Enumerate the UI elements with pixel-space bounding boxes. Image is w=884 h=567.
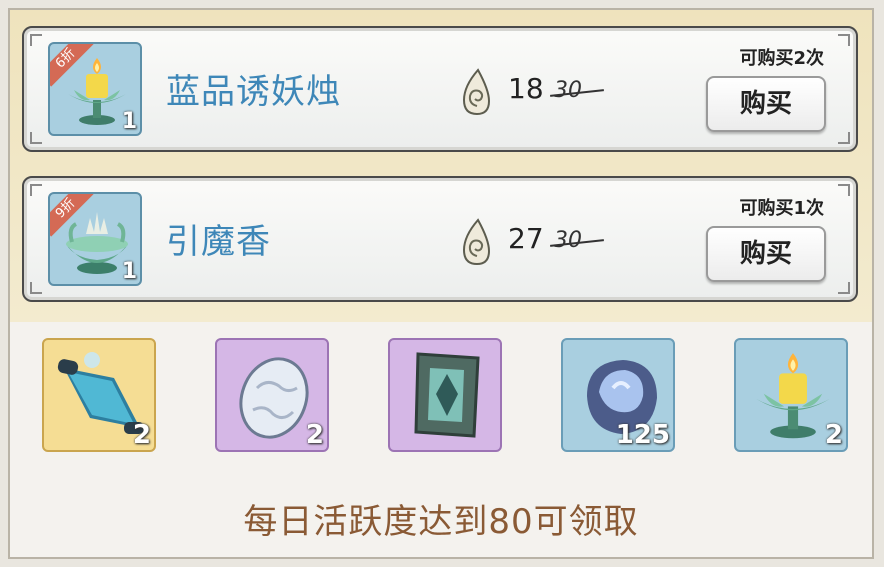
- item-name: 引魔香: [166, 222, 271, 262]
- shop-frame: 6折 1 蓝品诱妖烛 18 30 可购买2次 购买 9折 1 引魔香 27 30…: [8, 8, 874, 559]
- original-price: 30: [554, 228, 582, 253]
- reward-condition-text: 每日活跃度达到80可领取: [243, 502, 639, 542]
- purchase-limit: 可购买1次: [739, 198, 824, 219]
- reward-count: 2: [824, 420, 843, 450]
- buy-button[interactable]: 购买: [706, 226, 826, 282]
- shop-panel: 6折 1 蓝品诱妖烛 18 30 可购买2次 购买 9折 1 引魔香 27 30…: [10, 10, 872, 322]
- item-count: 1: [121, 259, 137, 284]
- spirit-jade-icon: [462, 68, 491, 116]
- item-name: 蓝品诱妖烛: [166, 72, 341, 112]
- buy-button[interactable]: 购买: [706, 76, 826, 132]
- reward-item[interactable]: [388, 338, 502, 452]
- original-price: 30: [554, 78, 582, 103]
- item-tile[interactable]: 6折 1: [48, 42, 142, 136]
- item-count: 1: [121, 109, 137, 134]
- shop-item-row: 9折 1 引魔香 27 30 可购买1次 购买: [22, 176, 858, 302]
- price: 27: [508, 222, 544, 255]
- talisman-icon: [414, 352, 480, 438]
- reward-item[interactable]: 2: [42, 338, 156, 452]
- reward-count: 125: [615, 420, 670, 450]
- item-tile[interactable]: 9折 1: [48, 192, 142, 286]
- reward-item[interactable]: 2: [215, 338, 329, 452]
- reward-item[interactable]: 125: [561, 338, 675, 452]
- reward-count: 2: [132, 420, 151, 450]
- shop-item-row: 6折 1 蓝品诱妖烛 18 30 可购买2次 购买: [22, 26, 858, 152]
- reward-count: 2: [305, 420, 324, 450]
- price: 18: [508, 72, 544, 105]
- purchase-limit: 可购买2次: [739, 48, 824, 69]
- reward-item[interactable]: 2: [734, 338, 848, 452]
- spirit-jade-icon: [462, 218, 491, 266]
- reward-panel: 2 2 125 2 每日活跃度达到80可领取: [10, 322, 872, 557]
